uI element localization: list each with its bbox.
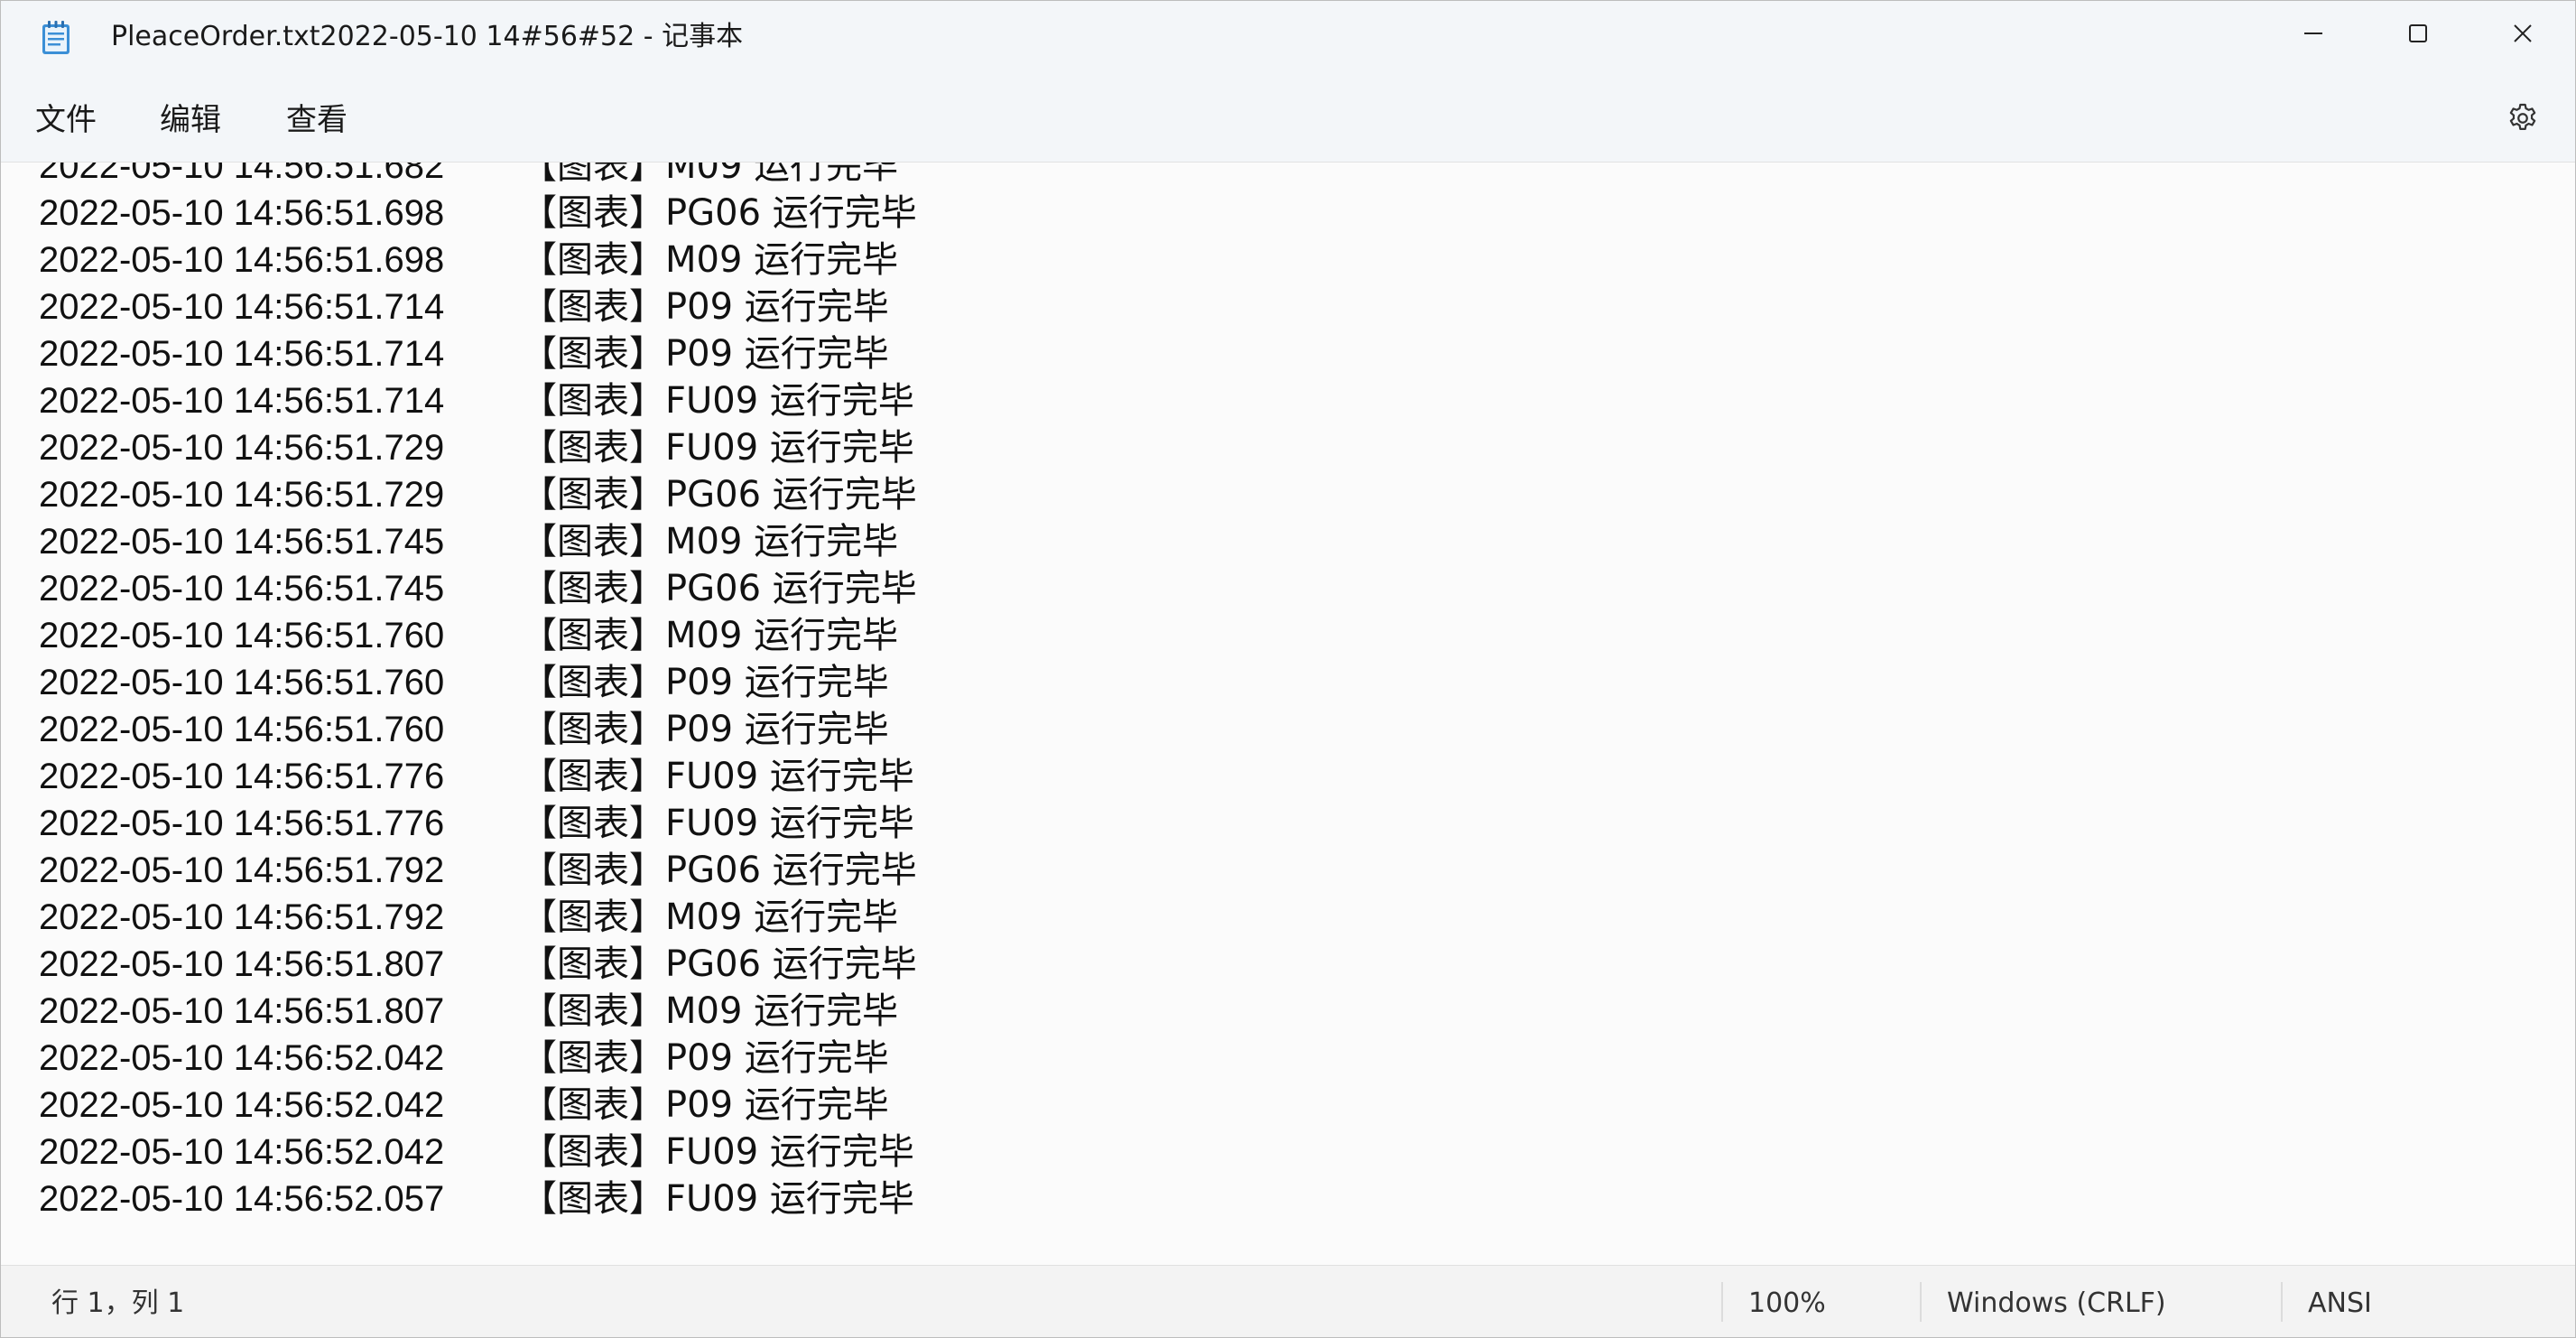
text-line: 2022-05-10 14:56:51.807 【图表】PG06 运行完毕 bbox=[39, 941, 917, 988]
line-timestamp: 2022-05-10 14:56:51.760 bbox=[39, 710, 445, 749]
line-timestamp: 2022-05-10 14:56:51.714 bbox=[39, 381, 445, 421]
line-timestamp: 2022-05-10 14:56:51.698 bbox=[39, 193, 445, 233]
encoding[interactable]: ANSI bbox=[2308, 1266, 2372, 1337]
text-line: 2022-05-10 14:56:52.057 【图表】FU09 运行完毕 bbox=[39, 1175, 917, 1222]
line-timestamp: 2022-05-10 14:56:51.760 bbox=[39, 616, 445, 655]
line-timestamp: 2022-05-10 14:56:51.698 bbox=[39, 240, 445, 280]
text-line: 2022-05-10 14:56:51.760 【图表】M09 运行完毕 bbox=[39, 612, 917, 659]
line-timestamp: 2022-05-10 14:56:51.745 bbox=[39, 569, 445, 609]
text-line: 2022-05-10 14:56:51.807 【图表】M09 运行完毕 bbox=[39, 988, 917, 1035]
text-line: 2022-05-10 14:56:51.745 【图表】PG06 运行完毕 bbox=[39, 565, 917, 612]
text-editor[interactable]: 2022-05-10 14:56:51.682 【图表】M09 运行完毕 2022… bbox=[1, 162, 2575, 1266]
text-line: 2022-05-10 14:56:51.714 【图表】P09 运行完毕 bbox=[39, 330, 917, 377]
line-timestamp: 2022-05-10 14:56:51.745 bbox=[39, 522, 445, 562]
line-timestamp: 2022-05-10 14:56:51.807 bbox=[39, 944, 445, 984]
window-title: PleaceOrder.txt2022-05-10 14#56#52 - 记事本 bbox=[111, 21, 744, 52]
line-message: 【图表】FU09 运行完毕 bbox=[521, 1131, 914, 1173]
line-message: 【图表】M09 运行完毕 bbox=[521, 615, 899, 656]
line-timestamp: 2022-05-10 14:56:51.792 bbox=[39, 850, 445, 890]
text-line: 2022-05-10 14:56:51.729 【图表】PG06 运行完毕 bbox=[39, 471, 917, 518]
text-line: 2022-05-10 14:56:51.760 【图表】P09 运行完毕 bbox=[39, 706, 917, 753]
line-timestamp: 2022-05-10 14:56:51.792 bbox=[39, 897, 445, 937]
line-timestamp: 2022-05-10 14:56:52.042 bbox=[39, 1085, 445, 1125]
maximize-button[interactable] bbox=[2366, 1, 2470, 66]
text-line: 2022-05-10 14:56:51.776 【图表】FU09 运行完毕 bbox=[39, 753, 917, 800]
line-message: 【图表】M09 运行完毕 bbox=[521, 990, 899, 1032]
status-divider bbox=[2281, 1282, 2283, 1322]
line-timestamp: 2022-05-10 14:56:51.729 bbox=[39, 475, 445, 515]
line-message: 【图表】PG06 运行完毕 bbox=[521, 192, 917, 234]
notepad-window: PleaceOrder.txt2022-05-10 14#56#52 - 记事本… bbox=[0, 0, 2576, 1338]
text-line: 2022-05-10 14:56:52.042 【图表】P09 运行完毕 bbox=[39, 1082, 917, 1129]
text-line: 2022-05-10 14:56:51.698 【图表】M09 运行完毕 bbox=[39, 237, 917, 283]
text-line: 2022-05-10 14:56:52.042 【图表】FU09 运行完毕 bbox=[39, 1129, 917, 1175]
line-message: 【图表】P09 运行完毕 bbox=[521, 1037, 889, 1079]
text-line: 2022-05-10 14:56:51.792 【图表】PG06 运行完毕 bbox=[39, 847, 917, 894]
text-line: 2022-05-10 14:56:51.776 【图表】FU09 运行完毕 bbox=[39, 800, 917, 847]
zoom-level[interactable]: 100% bbox=[1748, 1266, 1826, 1337]
minimize-button[interactable] bbox=[2261, 1, 2366, 66]
menu-bar: 文件 编辑 查看 bbox=[1, 88, 2575, 153]
line-timestamp: 2022-05-10 14:56:52.042 bbox=[39, 1132, 445, 1172]
line-timestamp: 2022-05-10 14:56:52.042 bbox=[39, 1038, 445, 1078]
notepad-icon bbox=[41, 19, 71, 55]
line-timestamp: 2022-05-10 14:56:51.807 bbox=[39, 991, 445, 1031]
line-message: 【图表】M09 运行完毕 bbox=[521, 897, 899, 938]
line-message: 【图表】P09 运行完毕 bbox=[521, 286, 889, 328]
line-message: 【图表】FU09 运行完毕 bbox=[521, 756, 914, 797]
line-message: 【图表】M09 运行完毕 bbox=[521, 521, 899, 562]
close-button[interactable] bbox=[2470, 1, 2575, 66]
title-bar[interactable]: PleaceOrder.txt2022-05-10 14#56#52 - 记事本 bbox=[1, 1, 2575, 73]
text-line: 2022-05-10 14:56:51.714 【图表】P09 运行完毕 bbox=[39, 283, 917, 330]
text-line: 2022-05-10 14:56:51.745 【图表】M09 运行完毕 bbox=[39, 518, 917, 565]
line-message: 【图表】PG06 运行完毕 bbox=[521, 568, 917, 609]
line-message: 【图表】P09 运行完毕 bbox=[521, 662, 889, 703]
line-timestamp: 2022-05-10 14:56:51.760 bbox=[39, 663, 445, 702]
line-message: 【图表】FU09 运行完毕 bbox=[521, 380, 914, 422]
line-message: 【图表】P09 运行完毕 bbox=[521, 333, 889, 375]
text-line: 2022-05-10 14:56:51.760 【图表】P09 运行完毕 bbox=[39, 659, 917, 706]
line-message: 【图表】FU09 运行完毕 bbox=[521, 1178, 914, 1220]
cursor-position: 行 1，列 1 bbox=[51, 1287, 185, 1319]
status-divider bbox=[1920, 1282, 1922, 1322]
close-icon bbox=[2513, 23, 2533, 43]
line-message: 【图表】FU09 运行完毕 bbox=[521, 427, 914, 469]
line-timestamp: 2022-05-10 14:56:51.714 bbox=[39, 287, 445, 327]
line-timestamp: 2022-05-10 14:56:51.729 bbox=[39, 428, 445, 468]
minimize-icon bbox=[2303, 23, 2323, 43]
line-message: 【图表】PG06 运行完毕 bbox=[521, 474, 917, 516]
line-timestamp: 2022-05-10 14:56:51.776 bbox=[39, 804, 445, 843]
maximize-icon bbox=[2408, 23, 2428, 43]
text-line: 2022-05-10 14:56:51.792 【图表】M09 运行完毕 bbox=[39, 894, 917, 941]
settings-button[interactable] bbox=[2499, 97, 2546, 144]
status-bar: 行 1，列 1 100% Windows (CRLF) ANSI bbox=[1, 1265, 2575, 1337]
line-timestamp: 2022-05-10 14:56:51.682 bbox=[39, 162, 445, 186]
menu-edit[interactable]: 编辑 bbox=[160, 88, 221, 153]
line-message: 【图表】PG06 运行完毕 bbox=[521, 850, 917, 891]
text-line: 2022-05-10 14:56:51.714 【图表】FU09 运行完毕 bbox=[39, 377, 917, 424]
text-line: 2022-05-10 14:56:51.698 【图表】PG06 运行完毕 bbox=[39, 190, 917, 237]
line-message: 【图表】PG06 运行完毕 bbox=[521, 943, 917, 985]
text-line: 2022-05-10 14:56:52.042 【图表】P09 运行完毕 bbox=[39, 1035, 917, 1082]
status-divider bbox=[1721, 1282, 1723, 1322]
line-timestamp: 2022-05-10 14:56:51.714 bbox=[39, 334, 445, 374]
line-timestamp: 2022-05-10 14:56:51.776 bbox=[39, 757, 445, 796]
line-message: 【图表】FU09 运行完毕 bbox=[521, 803, 914, 844]
menu-file[interactable]: 文件 bbox=[35, 88, 97, 153]
text-lines: 2022-05-10 14:56:51.682 【图表】M09 运行完毕 2022… bbox=[39, 162, 917, 1222]
line-timestamp: 2022-05-10 14:56:52.057 bbox=[39, 1179, 445, 1219]
line-ending[interactable]: Windows (CRLF) bbox=[1947, 1266, 2166, 1337]
menu-view[interactable]: 查看 bbox=[286, 88, 347, 153]
text-line-partial: 2022-05-10 14:56:51.682 【图表】M09 运行完毕 bbox=[39, 162, 917, 190]
line-message: 【图表】M09 运行完毕 bbox=[521, 239, 899, 281]
text-line: 2022-05-10 14:56:51.729 【图表】FU09 运行完毕 bbox=[39, 424, 917, 471]
line-message: 【图表】M09 运行完毕 bbox=[521, 162, 899, 187]
line-message: 【图表】P09 运行完毕 bbox=[521, 709, 889, 750]
gear-icon bbox=[2506, 101, 2540, 140]
line-message: 【图表】P09 运行完毕 bbox=[521, 1084, 889, 1126]
